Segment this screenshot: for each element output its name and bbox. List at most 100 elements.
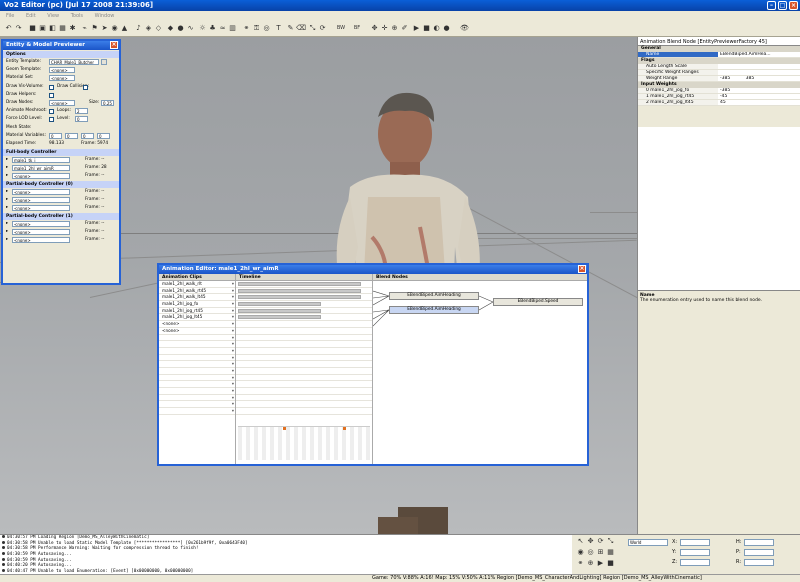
clip-field[interactable]: male1_2hl_wr_aimR — [12, 165, 70, 172]
clip-row[interactable]: ▾ — [159, 361, 235, 368]
eraser-icon[interactable]: ⌫ — [296, 24, 306, 33]
clip-field[interactable]: <none> — [12, 197, 70, 204]
grid-icon[interactable]: ▦ — [58, 24, 67, 33]
minimize-button[interactable]: – — [767, 1, 776, 10]
bf-icon[interactable]: BF — [350, 24, 364, 33]
road-icon[interactable]: ▥ — [228, 24, 237, 33]
size-field[interactable]: 0.25 — [101, 99, 114, 106]
clip-row[interactable]: ▾ — [159, 401, 235, 409]
expand-arrow-icon[interactable]: ▸ — [6, 220, 8, 228]
material-var-4[interactable]: 0 — [97, 132, 110, 139]
clip-field[interactable]: <none> — [12, 237, 70, 244]
arrow-icon[interactable]: ➤ — [100, 24, 109, 33]
clip-dropdown-icon[interactable]: ▾ — [232, 321, 234, 328]
material-var-3[interactable]: 0 — [81, 132, 94, 139]
spline-icon[interactable]: ∿ — [186, 24, 195, 33]
clip-row[interactable]: male1_2hl_walk_rt45 ▾ — [159, 287, 235, 295]
grid-tool-icon[interactable]: ▦ — [606, 548, 615, 557]
move-tool-icon[interactable]: ✥ — [586, 537, 595, 546]
weight-range-max[interactable]: 385 — [746, 76, 755, 81]
clip-duration-bar[interactable] — [238, 308, 321, 313]
paint-icon[interactable]: ✐ — [400, 24, 409, 33]
camera-icon[interactable]: ◉ — [110, 24, 119, 33]
move-icon[interactable]: ✛ — [380, 24, 389, 33]
prop-name-value[interactable]: EBendBiped.AimHea... — [718, 52, 800, 57]
trigger-icon[interactable]: ◈ — [144, 24, 153, 33]
clip-dropdown-icon[interactable]: ▾ — [232, 301, 234, 308]
clip-field[interactable]: male1_tk_i — [12, 157, 70, 164]
level-field[interactable]: 0 — [75, 116, 88, 123]
clip-row[interactable]: ▾ — [159, 388, 235, 395]
snap-tool-icon[interactable]: ⊞ — [596, 548, 605, 557]
keyframe-marker[interactable] — [343, 427, 346, 430]
clip-row[interactable]: <none> ▾ — [159, 321, 235, 328]
sound-icon[interactable]: ♪ — [134, 24, 143, 33]
input-weight-row[interactable]: 2 male1_2hl_jog_lt45 45 — [638, 100, 800, 106]
menu-view[interactable]: View — [47, 13, 59, 19]
expand-arrow-icon[interactable]: ▸ — [6, 172, 8, 180]
close-icon[interactable]: × — [110, 41, 118, 49]
text-icon[interactable]: T — [274, 24, 283, 33]
lock-icon[interactable]: ⚿ — [252, 24, 261, 33]
link-icon[interactable]: ⚭ — [242, 24, 251, 33]
z-field[interactable] — [680, 559, 710, 566]
draw-helpers-checkbox[interactable] — [49, 92, 54, 98]
water-icon[interactable]: ≈ — [218, 24, 227, 33]
link-tool-icon[interactable]: ⚭ — [576, 559, 585, 568]
expand-arrow-icon[interactable]: ▸ — [6, 236, 8, 244]
clip-dropdown-icon[interactable]: ▾ — [232, 294, 234, 301]
h-field[interactable] — [744, 539, 774, 546]
timeline-ruler[interactable] — [238, 426, 370, 460]
toggle-icon[interactable]: ◐ — [432, 24, 441, 33]
expand-arrow-icon[interactable]: ▸ — [6, 156, 8, 164]
flag-icon[interactable]: ⚑ — [90, 24, 99, 33]
menu-window[interactable]: Window — [95, 13, 115, 19]
clip-row[interactable]: male1_2hl_walk_rlt ▾ — [159, 281, 235, 288]
pencil-icon[interactable]: ✎ — [286, 24, 295, 33]
clip-row[interactable]: ▾ — [159, 347, 235, 355]
entity-template-field[interactable]: CHAR_Male1_Butcher — [49, 59, 99, 65]
material-var-2[interactable]: 0 — [65, 132, 78, 139]
close-button[interactable]: × — [789, 1, 798, 10]
clip-field[interactable]: <none> — [12, 205, 70, 212]
sun-icon[interactable]: ☼ — [198, 24, 207, 33]
clip-dropdown-icon[interactable]: ▾ — [232, 355, 234, 362]
clip-dropdown-icon[interactable]: ▾ — [232, 341, 234, 348]
play-tool-icon[interactable]: ▶ — [596, 559, 605, 568]
rotate-icon[interactable]: ⟳ — [318, 24, 327, 33]
blend-node-aim-heading-2[interactable]: EBendBiped.AimHeading — [389, 306, 479, 314]
force-lod-checkbox[interactable] — [49, 117, 54, 123]
p-field[interactable] — [744, 549, 774, 556]
clip-row[interactable]: <none> ▾ — [159, 327, 235, 335]
expand-arrow-icon[interactable]: ▸ — [6, 228, 8, 236]
terrain-icon[interactable]: ▲ — [120, 24, 129, 33]
prop-auto-length-value[interactable] — [718, 64, 800, 69]
clip-row[interactable]: ▾ — [159, 367, 235, 375]
clip-row[interactable]: ▾ — [159, 334, 235, 342]
tree-icon[interactable]: ♣ — [208, 24, 217, 33]
expand-arrow-icon[interactable]: ▸ — [6, 204, 8, 212]
path-icon[interactable]: ⌁ — [80, 24, 89, 33]
target-tool-icon[interactable]: ⊕ — [586, 559, 595, 568]
clip-dropdown-icon[interactable]: ▾ — [232, 335, 234, 342]
clip-dropdown-icon[interactable]: ▾ — [232, 408, 234, 415]
clip-row[interactable]: male1_2hl_walk_lt45 ▾ — [159, 294, 235, 302]
clip-duration-bar[interactable] — [238, 288, 361, 293]
clip-dropdown-icon[interactable]: ▾ — [232, 361, 234, 368]
clip-dropdown-icon[interactable]: ▾ — [232, 381, 234, 388]
material-var-1[interactable]: 0 — [49, 132, 62, 139]
clip-duration-bar[interactable] — [238, 295, 361, 300]
sphere-icon[interactable]: ● — [442, 24, 451, 33]
eye-tool-icon[interactable]: ◎ — [586, 548, 595, 557]
redo-icon[interactable]: ↷ — [14, 24, 23, 33]
clip-duration-bar[interactable] — [238, 302, 321, 307]
blend-node-aim-heading-1[interactable]: EBendBiped.AimHeading — [389, 292, 479, 300]
input-weight-value[interactable]: -385 — [718, 88, 800, 93]
clip-row[interactable]: male1_2hl_jog_fo ▾ — [159, 301, 235, 308]
prop-weight-range-value[interactable]: -385 385 — [718, 76, 800, 81]
expand-arrow-icon[interactable]: ▸ — [6, 196, 8, 204]
clip-dropdown-icon[interactable]: ▾ — [232, 328, 234, 335]
clip-row[interactable]: male1_2hl_jog_rt45 ▾ — [159, 307, 235, 315]
clip-dropdown-icon[interactable]: ▾ — [232, 308, 234, 315]
expand-arrow-icon[interactable]: ▸ — [6, 164, 8, 172]
